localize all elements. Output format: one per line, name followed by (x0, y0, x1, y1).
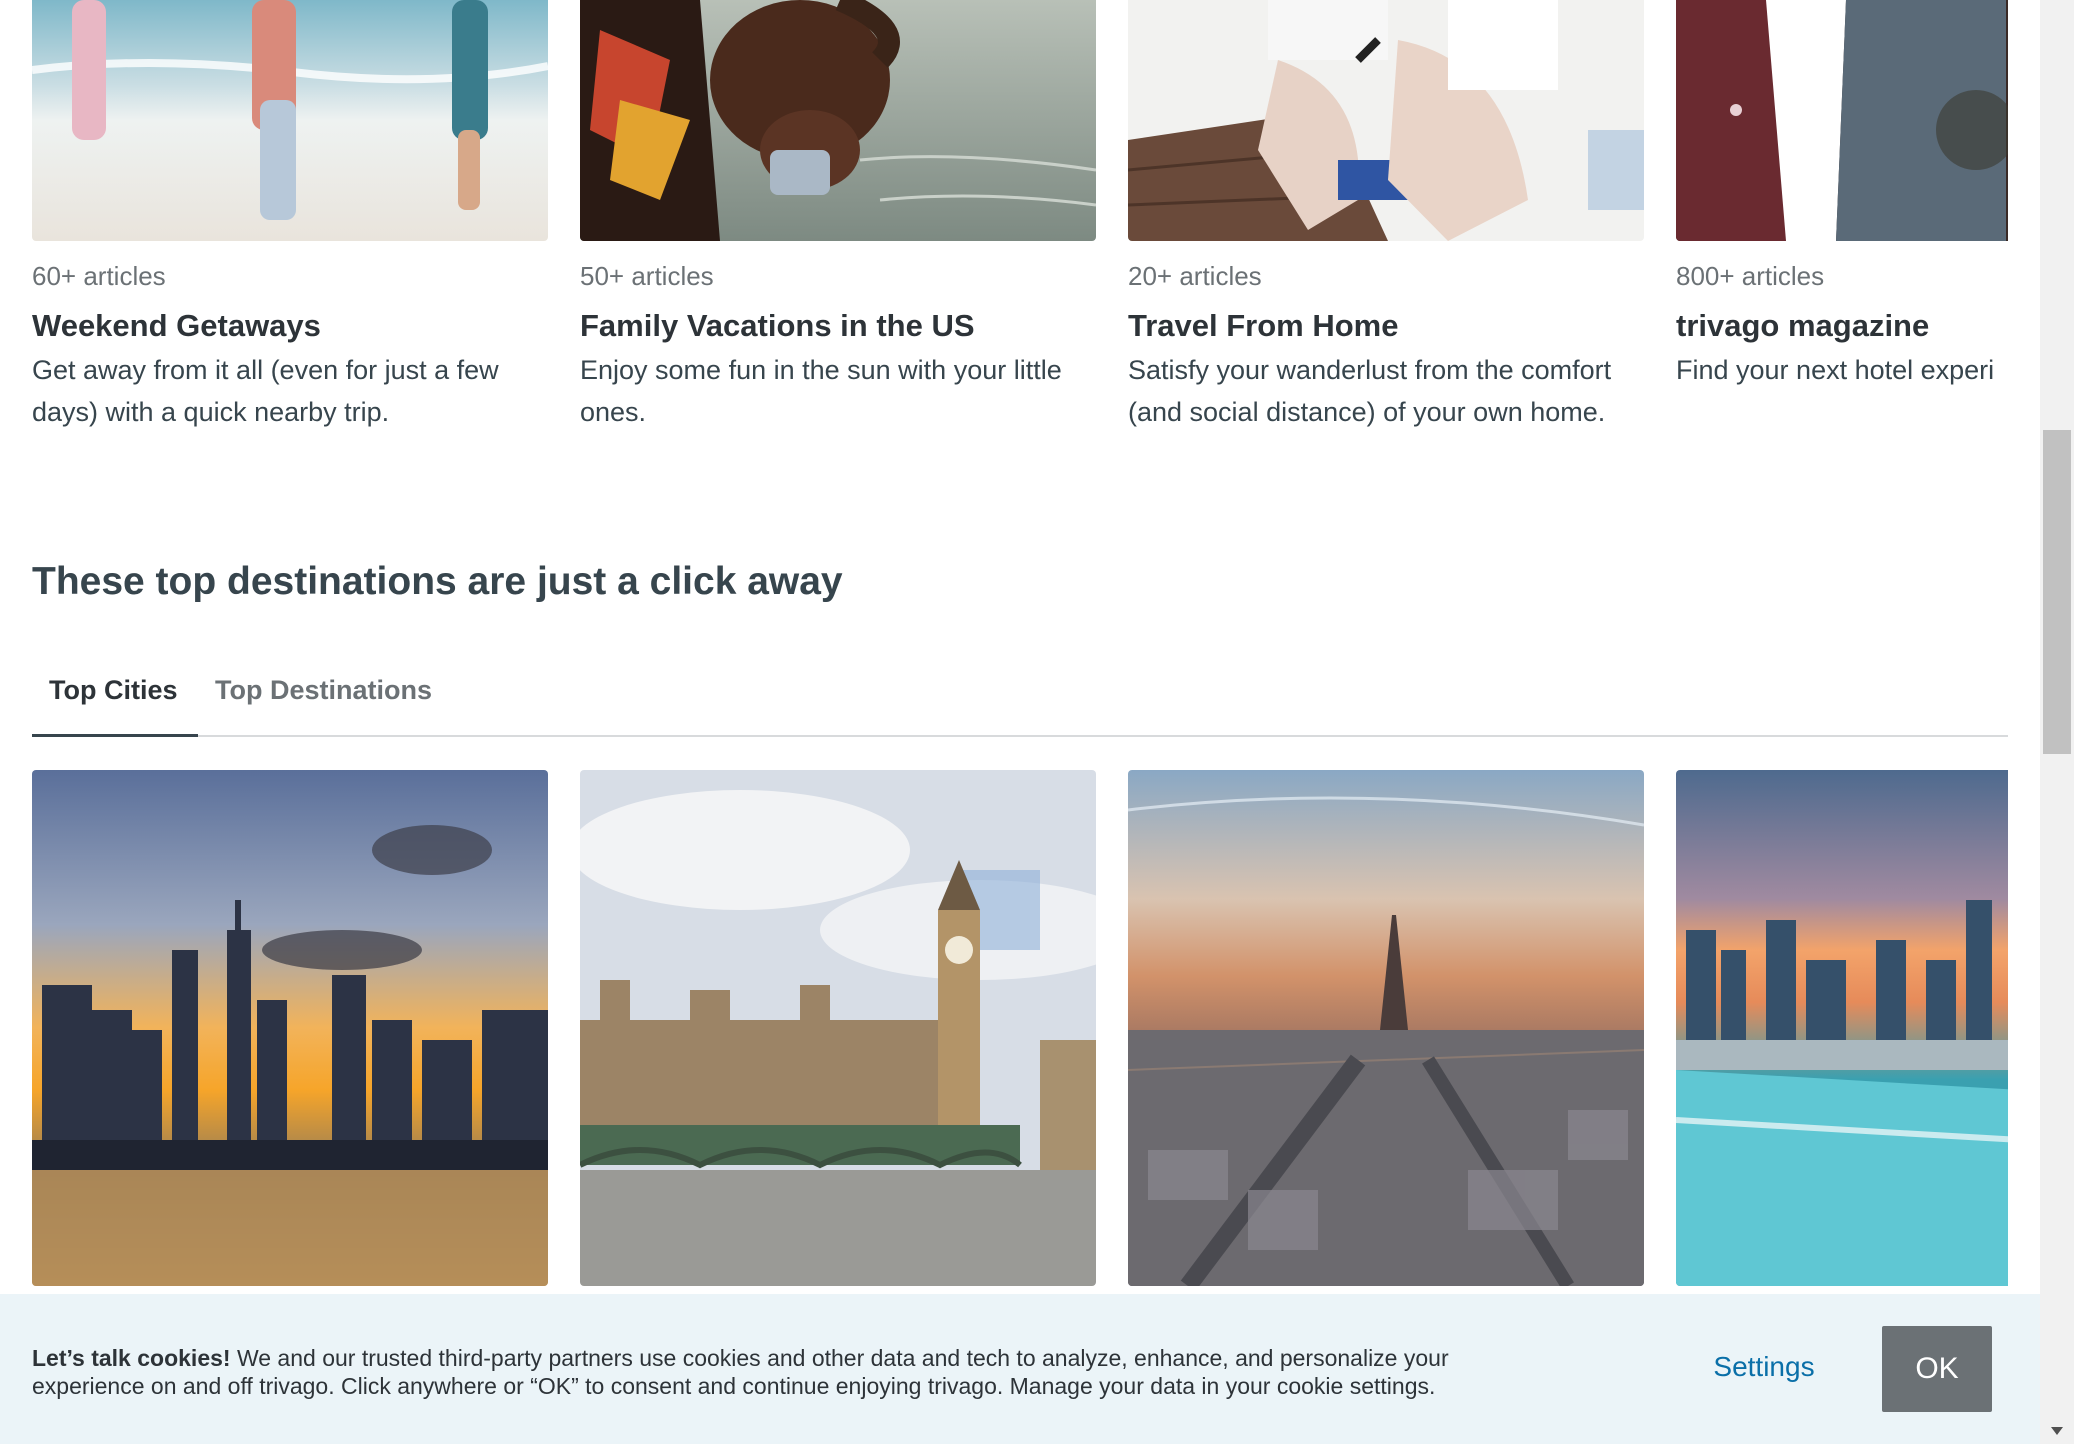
article-description: Satisfy your wanderlust from the comfort… (1128, 355, 1612, 427)
couple-sitting-photo (1128, 0, 1644, 241)
article-description: Get away from it all (even for just a fe… (32, 355, 499, 427)
article-description: Enjoy some fun in the sun with your litt… (580, 355, 1062, 427)
article-card-family-vacations[interactable]: 50+ articles Family Vacations in the US … (580, 0, 1096, 433)
top-cities-list (32, 770, 2008, 1286)
city-card-london[interactable] (580, 770, 1096, 1286)
article-count: 800+ articles (1676, 261, 1825, 291)
city-card-paris[interactable] (1128, 770, 1644, 1286)
city-card-new-york[interactable] (32, 770, 548, 1286)
article-count: 50+ articles (580, 261, 714, 291)
article-categories: 60+ articles Weekend Getaways Get away f… (32, 0, 2008, 440)
cookie-heading: Let’s talk cookies! (32, 1345, 231, 1371)
main-content: 60+ articles Weekend Getaways Get away f… (32, 0, 2008, 1444)
cookie-banner[interactable]: Let’s talk cookies! We and our trusted t… (0, 1294, 2040, 1444)
beach-photo (32, 0, 548, 241)
city-card-chicago[interactable] (1676, 770, 2008, 1286)
tab-top-cities[interactable]: Top Cities (32, 672, 195, 724)
article-title[interactable]: Travel From Home (1128, 307, 1644, 345)
article-card-trivago-magazine[interactable]: 800+ articles trivago magazine Find your… (1676, 0, 2008, 391)
article-description: Find your next hotel experi (1676, 355, 1995, 385)
article-title[interactable]: trivago magazine (1676, 307, 2008, 345)
article-card-travel-from-home[interactable]: 20+ articles Travel From Home Satisfy yo… (1128, 0, 1644, 433)
cookie-settings-button[interactable]: Settings (1680, 1342, 1848, 1392)
section-title: These top destinations are just a click … (32, 560, 843, 603)
article-count: 60+ articles (32, 261, 166, 291)
cookie-ok-button[interactable]: OK (1882, 1326, 1992, 1412)
active-tab-indicator (32, 734, 198, 737)
article-card-weekend-getaways[interactable]: 60+ articles Weekend Getaways Get away f… (32, 0, 548, 433)
cookie-message: Let’s talk cookies! We and our trusted t… (32, 1344, 1562, 1400)
cookie-body: We and our trusted third-party partners … (32, 1345, 1449, 1399)
article-count: 20+ articles (1128, 261, 1262, 291)
article-title[interactable]: Weekend Getaways (32, 307, 548, 345)
people-photo (1676, 0, 2008, 241)
family-water-photo (580, 0, 1096, 241)
vertical-scrollbar[interactable] (2040, 0, 2074, 1444)
scroll-down-arrow-icon[interactable] (2040, 1418, 2074, 1444)
article-title[interactable]: Family Vacations in the US (580, 307, 1096, 345)
tab-top-destinations[interactable]: Top Destinations (198, 672, 449, 724)
destination-tabs: Top Cities Top Destinations (32, 660, 2008, 737)
scrollbar-thumb[interactable] (2043, 430, 2071, 754)
